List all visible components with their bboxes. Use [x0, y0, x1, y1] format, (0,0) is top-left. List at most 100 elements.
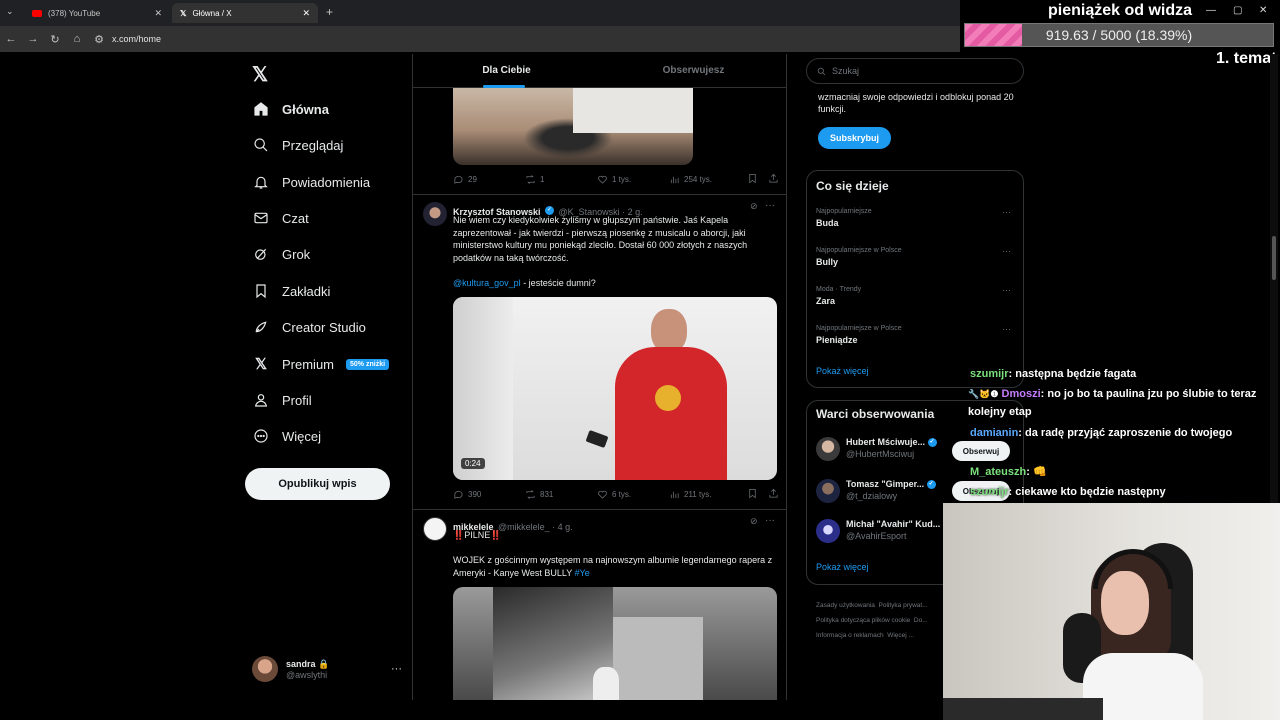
repost-button[interactable]: 1 [525, 173, 597, 186]
footer-link[interactable]: Więcej ... [887, 632, 914, 639]
suggested-user[interactable]: Hubert Mściwuje... ✓ @HubertMsciwuj [846, 437, 937, 459]
subscribe-button[interactable]: Subskrybuj [818, 127, 891, 149]
tab-following[interactable]: Obserwujesz [600, 65, 786, 76]
person-icon [252, 391, 270, 409]
back-icon[interactable]: ← [0, 33, 22, 45]
footer-link[interactable]: Zasady użytkowania [816, 602, 875, 609]
progress-text: 919.63 / 5000 (18.39%) [1045, 27, 1193, 43]
trend-item[interactable]: Moda · Trendy Zara [816, 286, 1016, 306]
avatar[interactable] [423, 517, 447, 541]
bookmark-icon[interactable] [747, 488, 758, 501]
home-icon[interactable]: ⌂ [66, 33, 88, 45]
bookmark-icon[interactable] [747, 173, 758, 186]
nav-item-more[interactable]: Więcej [252, 423, 321, 449]
trend-category: Najpopularniejsze [816, 208, 872, 215]
more-icon [252, 427, 270, 445]
more-horizontal-icon[interactable]: ··· [1002, 285, 1011, 295]
repost-button[interactable]: 831 [525, 488, 597, 501]
avatar[interactable] [816, 437, 840, 461]
address-bar[interactable]: x.com/home [112, 34, 161, 44]
nav-item-explore[interactable]: Przeglądaj [252, 132, 343, 158]
more-horizontal-icon[interactable]: ··· [765, 515, 775, 526]
tab-label: (378) YouTube [48, 8, 101, 18]
chat-message: damianin: da radę przyjąć zaproszenie do… [970, 424, 1232, 442]
grok-icon[interactable]: ⊘ [750, 201, 758, 212]
nav-item-grok[interactable]: Grok [252, 241, 310, 267]
reply-button[interactable]: 390 [453, 488, 525, 501]
trend-category: Moda · Trendy [816, 286, 862, 293]
show-more-link[interactable]: Pokaż więcej [816, 366, 869, 376]
show-more-link[interactable]: Pokaż więcej [816, 562, 869, 572]
forward-icon[interactable]: → [22, 33, 44, 45]
more-horizontal-icon[interactable]: ··· [1002, 207, 1011, 217]
nav-label: Czat [282, 210, 309, 226]
close-icon[interactable]: ✕ [302, 8, 310, 19]
close-icon[interactable]: ✕ [154, 8, 162, 19]
trend-item[interactable]: Najpopularniejsze w Polsce Bully [816, 247, 1016, 267]
reply-button[interactable]: 29 [453, 173, 525, 186]
nav-item-premium[interactable]: 𝕏 Premium 50% zniżki [252, 351, 390, 377]
views-button[interactable]: 211 tys. [669, 488, 741, 501]
new-tab-icon[interactable]: + [326, 5, 333, 19]
trend-item[interactable]: Najpopularniejsze w Polsce Pieniądze [816, 325, 1016, 345]
tab-list-chevron-icon[interactable]: ⌄ [6, 6, 14, 17]
avatar[interactable] [816, 479, 840, 503]
post-actions: 29 1 1 tys. 254 tys. [453, 173, 783, 186]
scrollbar-thumb[interactable] [1272, 236, 1276, 280]
video-background-wall [453, 297, 513, 480]
more-horizontal-icon[interactable]: ··· [1002, 324, 1011, 334]
tab-youtube[interactable]: (378) YouTube ✕ [24, 3, 170, 23]
like-button[interactable]: 1 tys. [597, 173, 669, 186]
active-tab-indicator [483, 85, 525, 88]
post-image[interactable] [453, 88, 693, 165]
more-horizontal-icon[interactable]: ··· [1002, 246, 1011, 256]
x-logo-icon: 𝕏 [180, 8, 187, 18]
reload-icon[interactable]: ↻ [44, 33, 66, 46]
more-horizontal-icon[interactable]: ··· [391, 663, 402, 675]
footer-link[interactable]: Informacja o reklamach [816, 632, 884, 639]
footer-link[interactable]: Polityka dotycząca plików cookie [816, 617, 910, 624]
mention-link[interactable]: @kultura_gov_pl [453, 278, 521, 288]
repost-count: 831 [540, 490, 554, 499]
post-text: ‼️PILNE‼️ [453, 530, 502, 540]
search-input[interactable]: Szukaj [806, 58, 1024, 84]
share-icon[interactable] [768, 488, 779, 501]
avatar[interactable] [816, 519, 840, 543]
nav-item-home[interactable]: Główna [252, 96, 329, 122]
maximize-icon[interactable]: ▢ [1233, 5, 1242, 16]
trend-item[interactable]: Najpopularniejsze Buda [816, 208, 1016, 228]
nav-item-notifications[interactable]: Powiadomienia [252, 169, 370, 195]
trend-category: Najpopularniejsze w Polsce [816, 247, 902, 254]
views-button[interactable]: 254 tys. [669, 173, 741, 186]
share-icon[interactable] [768, 173, 779, 186]
more-horizontal-icon[interactable]: ··· [765, 200, 775, 211]
avatar[interactable] [423, 202, 447, 226]
nav-item-bookmarks[interactable]: Zakładki [252, 278, 330, 304]
hashtag-link[interactable]: #Ye [575, 568, 590, 578]
suggested-user[interactable]: Tomasz "Gimper... ✓ @t_dzialowy [846, 479, 936, 501]
nav-label: Zakładki [282, 283, 331, 299]
close-icon[interactable]: ✕ [1259, 5, 1267, 16]
footer-link[interactable]: Do... [914, 617, 928, 624]
nav-item-creator-studio[interactable]: Creator Studio [252, 314, 366, 340]
footer-link[interactable]: Polityka prywat... [879, 602, 928, 609]
site-info-icon[interactable]: ⚙ [88, 33, 110, 46]
grok-icon[interactable]: ⊘ [750, 516, 758, 527]
user-handle: @t_dzialowy [846, 491, 898, 502]
suggested-user[interactable]: Michał "Avahir" Kud... @AvahirEsport [846, 519, 940, 541]
search-icon [817, 67, 826, 75]
account-switcher[interactable]: sandra 🔒 @awslythi ··· [252, 654, 402, 684]
minimize-icon[interactable]: — [1206, 5, 1216, 16]
post-image[interactable] [453, 587, 777, 700]
like-button[interactable]: 6 tys. [597, 488, 669, 501]
nav-item-profile[interactable]: Profil [252, 387, 312, 413]
post-button[interactable]: Opublikuj wpis [245, 468, 390, 500]
nav-item-chat[interactable]: Czat [252, 205, 309, 231]
mail-icon [252, 209, 270, 227]
post-video[interactable]: 0:24 [453, 297, 777, 480]
chat-username: damianin [970, 427, 1019, 439]
x-logo-icon[interactable]: 𝕏 [252, 62, 268, 87]
follow-button[interactable]: Obserwuj [952, 441, 1010, 461]
tab-x[interactable]: 𝕏 Główna / X ✕ [172, 3, 318, 23]
tab-for-you[interactable]: Dla Ciebie [413, 65, 600, 76]
